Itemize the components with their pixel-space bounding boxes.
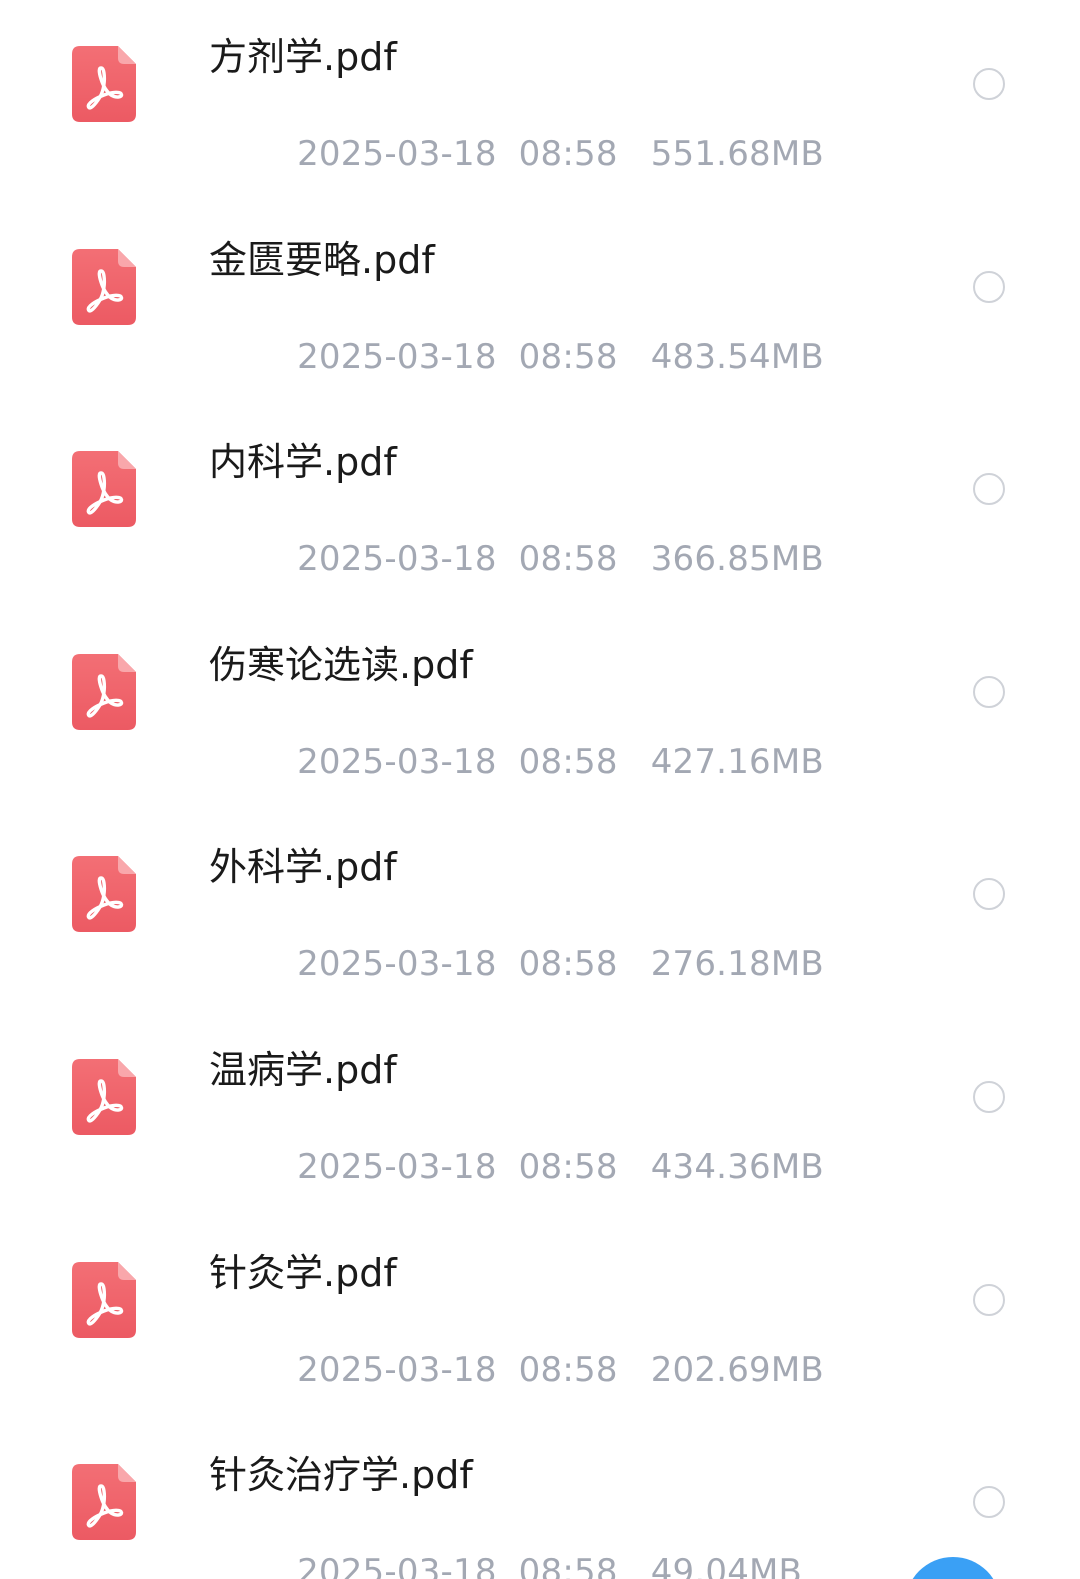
- file-time: 08:58: [518, 134, 618, 174]
- pdf-file-icon: [72, 653, 136, 730]
- select-radio-button[interactable]: [973, 1486, 1005, 1519]
- file-time: 08:58: [518, 944, 618, 985]
- pdf-file-icon: [72, 1464, 136, 1541]
- pdf-file-icon: [72, 248, 136, 325]
- select-radio-button[interactable]: [973, 878, 1005, 911]
- select-radio-button[interactable]: [973, 473, 1005, 506]
- file-size: 366.85MB: [650, 539, 824, 580]
- file-size: 434.36MB: [650, 1147, 824, 1187]
- file-date: 2025-03-18: [297, 1349, 497, 1390]
- file-name: 方剂学.pdf: [209, 35, 397, 79]
- file-date: 2025-03-18: [297, 336, 497, 377]
- select-radio-button[interactable]: [973, 68, 1005, 100]
- file-meta: 2025-03-18 08:58 434.36MB: [209, 1116, 824, 1218]
- file-row[interactable]: 针灸学.pdf 2025-03-18 08:58 202.69MB: [0, 1216, 1080, 1418]
- select-radio-button[interactable]: [973, 675, 1005, 708]
- file-list: 方剂学.pdf 2025-03-18 08:58 551.68MB 金匮要略.p…: [0, 0, 1080, 1579]
- file-time: 08:58: [518, 1349, 618, 1390]
- file-row[interactable]: 温病学.pdf 2025-03-18 08:58 434.36MB: [0, 1013, 1080, 1215]
- file-date: 2025-03-18: [297, 741, 497, 782]
- file-row[interactable]: 内科学.pdf 2025-03-18 08:58 366.85MB: [0, 405, 1080, 607]
- file-size: 202.69MB: [650, 1349, 824, 1390]
- file-size: 427.16MB: [650, 741, 824, 782]
- file-size: 276.18MB: [650, 944, 824, 985]
- file-time: 08:58: [518, 336, 618, 377]
- file-time: 08:58: [518, 1147, 618, 1187]
- file-date: 2025-03-18: [297, 134, 497, 174]
- pdf-file-icon: [72, 46, 136, 122]
- file-date: 2025-03-18: [297, 1552, 497, 1579]
- pdf-file-icon: [72, 856, 136, 933]
- file-meta: 2025-03-18 08:58 202.69MB: [209, 1319, 824, 1421]
- pdf-file-icon: [72, 1059, 136, 1135]
- file-time: 08:58: [518, 741, 618, 782]
- file-name: 针灸学.pdf: [209, 1250, 397, 1295]
- file-time: 08:58: [518, 1552, 618, 1579]
- file-name: 内科学.pdf: [209, 440, 397, 485]
- select-radio-button[interactable]: [973, 270, 1005, 303]
- pdf-file-icon: [72, 1261, 136, 1338]
- select-radio-button[interactable]: [973, 1081, 1005, 1113]
- file-name: 伤寒论选读.pdf: [209, 642, 473, 687]
- select-radio-button[interactable]: [973, 1283, 1005, 1316]
- file-meta: 2025-03-18 08:58 276.18MB: [209, 913, 824, 1015]
- file-row[interactable]: 方剂学.pdf 2025-03-18 08:58 551.68MB: [0, 0, 1080, 202]
- file-meta: 2025-03-18 08:58 483.54MB: [209, 306, 824, 408]
- file-row[interactable]: 金匮要略.pdf 2025-03-18 08:58 483.54MB: [0, 203, 1080, 405]
- file-meta: 2025-03-18 08:58 49.04MB: [209, 1521, 802, 1579]
- file-name: 针灸治疗学.pdf: [209, 1453, 473, 1498]
- file-row[interactable]: 外科学.pdf 2025-03-18 08:58 276.18MB: [0, 810, 1080, 1012]
- file-name: 外科学.pdf: [209, 845, 397, 890]
- file-meta: 2025-03-18 08:58 551.68MB: [209, 103, 824, 205]
- file-size: 49.04MB: [650, 1552, 803, 1579]
- file-size: 483.54MB: [650, 336, 824, 377]
- file-name: 金匮要略.pdf: [209, 237, 435, 282]
- file-date: 2025-03-18: [297, 539, 497, 580]
- file-time: 08:58: [518, 539, 618, 580]
- file-name: 温病学.pdf: [209, 1048, 397, 1092]
- file-row[interactable]: 针灸治疗学.pdf 2025-03-18 08:58 49.04MB: [0, 1418, 1080, 1579]
- file-meta: 2025-03-18 08:58 366.85MB: [209, 508, 824, 610]
- file-date: 2025-03-18: [297, 1147, 497, 1187]
- file-date: 2025-03-18: [297, 944, 497, 985]
- file-meta: 2025-03-18 08:58 427.16MB: [209, 711, 824, 813]
- file-row[interactable]: 伤寒论选读.pdf 2025-03-18 08:58 427.16MB: [0, 608, 1080, 810]
- file-size: 551.68MB: [650, 134, 824, 174]
- pdf-file-icon: [72, 451, 136, 528]
